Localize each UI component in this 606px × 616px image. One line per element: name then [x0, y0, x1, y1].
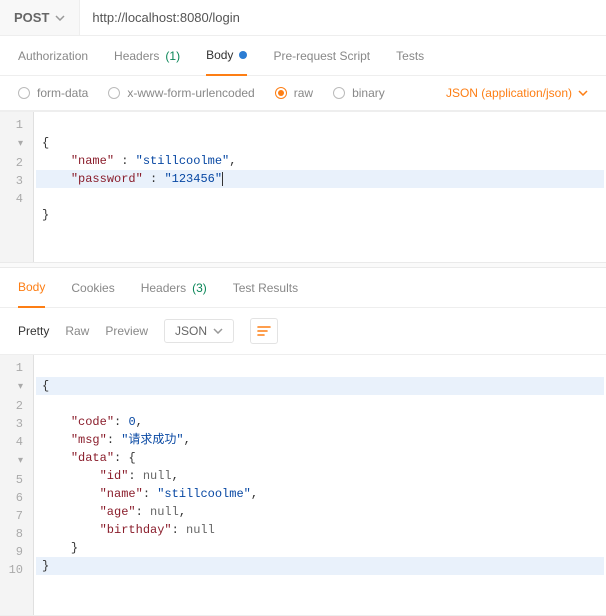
- view-preview[interactable]: Preview: [105, 324, 148, 338]
- tab-headers[interactable]: Headers (1): [114, 48, 180, 75]
- view-raw[interactable]: Raw: [65, 324, 89, 338]
- radio-icon: [108, 87, 120, 99]
- chevron-down-icon: [213, 328, 223, 334]
- response-toolbar: Pretty Raw Preview JSON: [0, 308, 606, 354]
- resp-tab-testresults[interactable]: Test Results: [233, 280, 298, 307]
- body-type-row: form-data x-www-form-urlencoded raw bina…: [0, 76, 606, 111]
- resp-headers-count: (3): [192, 281, 207, 295]
- view-pretty[interactable]: Pretty: [18, 324, 49, 338]
- radio-xwww[interactable]: x-www-form-urlencoded: [108, 86, 254, 100]
- response-code[interactable]: { "code": 0, "msg": "请求成功", "data": { "i…: [34, 355, 606, 615]
- wrap-icon: [257, 325, 271, 337]
- unsaved-dot-icon: [239, 51, 247, 59]
- wrap-lines-button[interactable]: [250, 318, 278, 344]
- method-dropdown[interactable]: POST: [0, 0, 79, 35]
- request-bar: POST http://localhost:8080/login: [0, 0, 606, 36]
- headers-count: (1): [165, 49, 180, 63]
- tab-body[interactable]: Body: [206, 48, 247, 76]
- radio-binary[interactable]: binary: [333, 86, 385, 100]
- radio-icon: [333, 87, 345, 99]
- content-type-dropdown[interactable]: JSON (application/json): [446, 86, 588, 100]
- format-dropdown[interactable]: JSON: [164, 319, 234, 343]
- tab-authorization[interactable]: Authorization: [18, 48, 88, 75]
- tab-tests[interactable]: Tests: [396, 48, 424, 75]
- line-gutter: 1 ▾ 2 3 4: [0, 112, 34, 262]
- request-code[interactable]: { "name" : "stillcoolme", "password" : "…: [34, 112, 606, 262]
- line-gutter: 1 ▾ 2 3 4 ▾ 5 6 7 8 9 10: [0, 355, 34, 615]
- resp-tab-cookies[interactable]: Cookies: [71, 280, 114, 307]
- radio-icon: [275, 87, 287, 99]
- url-text: http://localhost:8080/login: [92, 10, 239, 25]
- radio-icon: [18, 87, 30, 99]
- chevron-down-icon: [578, 90, 588, 96]
- tab-prerequest[interactable]: Pre-request Script: [273, 48, 370, 75]
- response-tabs: Body Cookies Headers (3) Test Results: [0, 268, 606, 308]
- radio-raw[interactable]: raw: [275, 86, 313, 100]
- chevron-down-icon: [55, 15, 65, 21]
- resp-tab-headers[interactable]: Headers (3): [141, 280, 207, 307]
- request-body-editor[interactable]: 1 ▾ 2 3 4 { "name" : "stillcoolme", "pas…: [0, 111, 606, 262]
- response-body-editor[interactable]: 1 ▾ 2 3 4 ▾ 5 6 7 8 9 10 { "code": 0, "m…: [0, 354, 606, 616]
- resp-tab-body[interactable]: Body: [18, 280, 45, 308]
- method-label: POST: [14, 10, 49, 25]
- request-tabs: Authorization Headers (1) Body Pre-reque…: [0, 36, 606, 76]
- url-input[interactable]: http://localhost:8080/login: [79, 0, 606, 35]
- radio-formdata[interactable]: form-data: [18, 86, 88, 100]
